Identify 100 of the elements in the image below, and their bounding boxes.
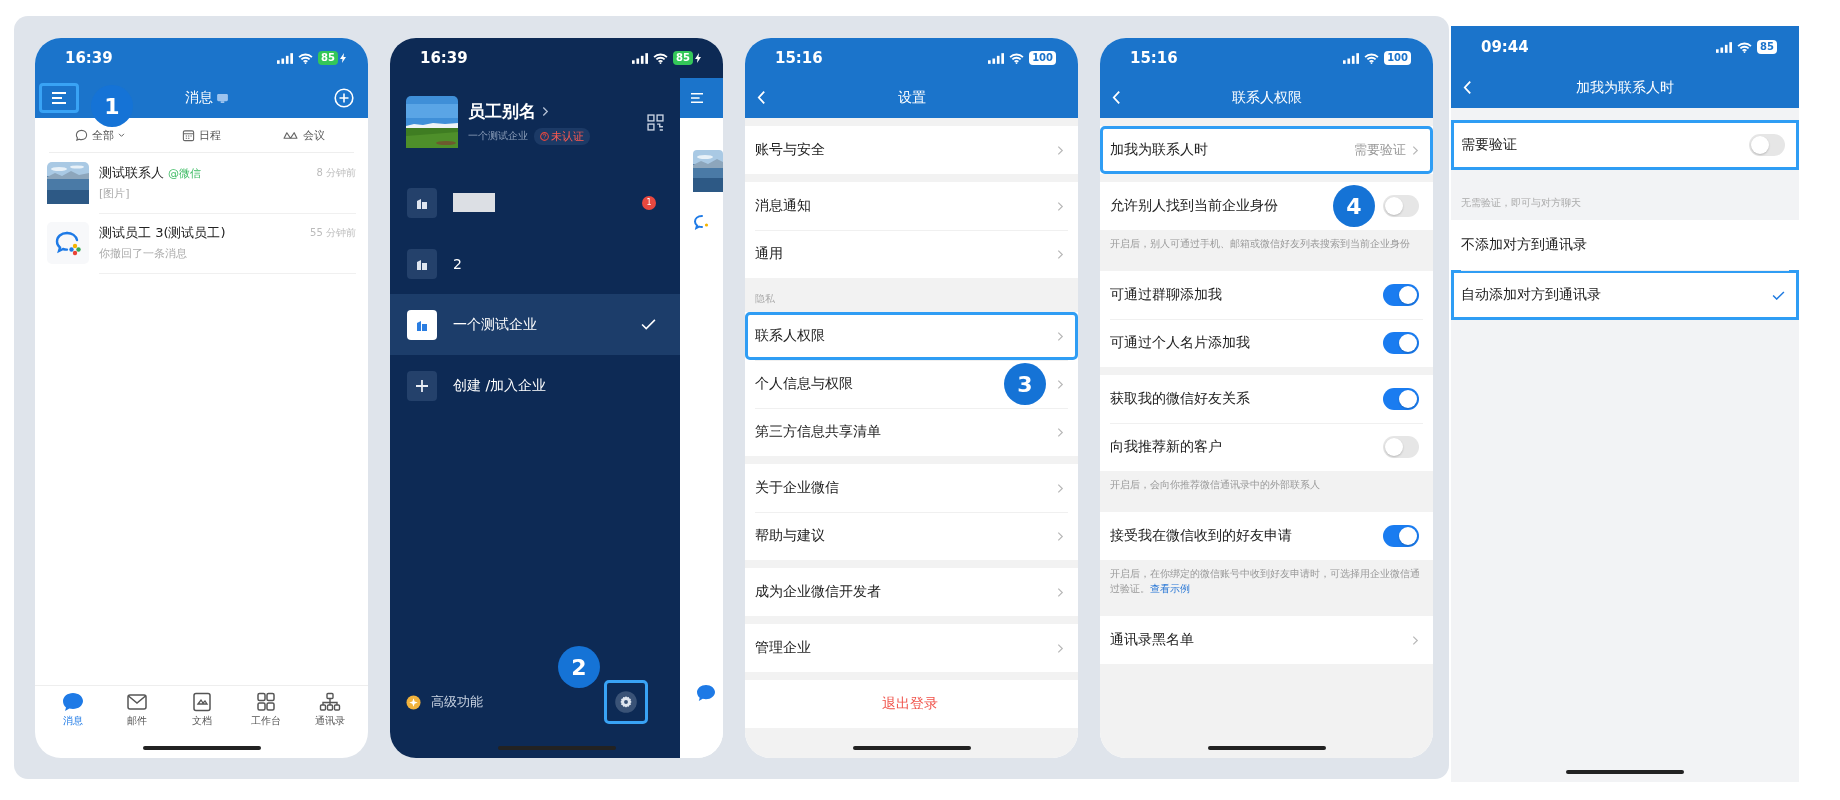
chevron-icon bbox=[1412, 634, 1419, 646]
menu-icon bbox=[690, 92, 704, 104]
back-icon[interactable] bbox=[1463, 80, 1472, 95]
screen-title: 消息 bbox=[185, 89, 213, 107]
add-icon[interactable] bbox=[334, 88, 354, 108]
check-icon bbox=[1772, 290, 1785, 300]
signal-icon bbox=[988, 52, 1005, 64]
building-icon bbox=[407, 187, 437, 218]
chevron-icon bbox=[1412, 144, 1419, 156]
signal-icon bbox=[1343, 52, 1360, 64]
toggle-switch[interactable] bbox=[1383, 388, 1419, 410]
filter-tab[interactable]: 全部 bbox=[49, 127, 151, 143]
screen-title: 联系人权限 bbox=[1231, 89, 1302, 107]
wifi-icon bbox=[298, 52, 314, 64]
wifi-icon bbox=[1009, 52, 1025, 64]
chevron-icon bbox=[1057, 330, 1064, 342]
row-label: 加我为联系人时 bbox=[1110, 141, 1208, 159]
question-icon bbox=[540, 131, 549, 141]
chevron-icon bbox=[1057, 144, 1064, 156]
building-icon bbox=[407, 309, 437, 340]
meeting-icon bbox=[281, 129, 299, 141]
row-label: 第三方信息共享清单 bbox=[755, 423, 881, 441]
toggle-switch[interactable] bbox=[1383, 525, 1419, 547]
toggle-switch[interactable] bbox=[1383, 332, 1419, 354]
battery-indicator: 85 bbox=[673, 51, 693, 65]
sparkle-icon bbox=[406, 694, 421, 710]
company-item[interactable]: 2 bbox=[390, 233, 680, 294]
profile-name[interactable]: 员工别名 bbox=[468, 99, 536, 123]
tab-bar-item[interactable]: 文档 bbox=[169, 692, 234, 728]
chevron-icon bbox=[1057, 642, 1064, 654]
tab-bar-item[interactable]: 消息 bbox=[41, 692, 106, 728]
settings-row[interactable]: 加我为联系人时 需要验证 bbox=[1100, 126, 1433, 174]
status-time: 16:39 bbox=[420, 49, 468, 67]
row-label: 需要验证 bbox=[1461, 136, 1517, 154]
back-icon[interactable] bbox=[1112, 90, 1121, 105]
qr-code-icon[interactable] bbox=[647, 113, 664, 131]
section-header: 无需验证，即可与对方聊天 bbox=[1460, 196, 1582, 210]
filter-tab[interactable]: 会议 bbox=[252, 127, 354, 143]
chat-bubble-icon bbox=[74, 128, 88, 142]
plus-icon bbox=[407, 370, 437, 401]
menu-button[interactable] bbox=[39, 83, 79, 113]
row-label: 关于企业微信 bbox=[755, 479, 839, 497]
building-icon bbox=[407, 248, 437, 279]
company-item[interactable]: 一个测试企业 bbox=[390, 294, 680, 355]
wifi-icon bbox=[653, 52, 669, 64]
menu-icon bbox=[51, 91, 67, 105]
create-label: 创建 /加入企业 bbox=[453, 376, 547, 395]
chevron-icon bbox=[542, 105, 549, 117]
settings-row[interactable]: 联系人权限 bbox=[745, 312, 1078, 360]
battery-indicator: 85 bbox=[1757, 40, 1777, 54]
battery-indicator: 100 bbox=[1384, 51, 1411, 65]
chat-bubble-icon bbox=[62, 692, 85, 712]
tab-bar-item[interactable]: 邮件 bbox=[105, 692, 170, 728]
settings-button[interactable] bbox=[604, 680, 648, 724]
status-time: 09:44 bbox=[1481, 38, 1529, 56]
advanced-features-link[interactable]: 高级功能 bbox=[431, 693, 483, 711]
example-link[interactable]: 查看示例 bbox=[1150, 583, 1190, 594]
row-label: 不添加对方到通讯录 bbox=[1461, 236, 1587, 254]
calendar-icon bbox=[182, 128, 195, 142]
step-marker: 2 bbox=[558, 646, 600, 688]
company-name: 一个测试企业 bbox=[453, 315, 537, 334]
status-time: 15:16 bbox=[775, 49, 823, 67]
company-item[interactable]: 1 bbox=[390, 172, 680, 233]
tab-bar-item[interactable]: 工作台 bbox=[233, 692, 298, 728]
hint-text: 开启后，在你绑定的微信账号中收到好友申请时，可选择用企业微信通过验证。查看示例 bbox=[1109, 567, 1421, 596]
row-label: 个人信息与权限 bbox=[755, 375, 853, 393]
chevron-icon bbox=[1057, 530, 1064, 542]
toggle-switch[interactable] bbox=[1383, 284, 1419, 306]
wifi-icon bbox=[1737, 41, 1753, 53]
row-label: 账号与安全 bbox=[755, 141, 825, 159]
create-company-item[interactable]: 创建 /加入企业 bbox=[390, 355, 680, 416]
wifi-icon bbox=[1364, 52, 1380, 64]
toggle-switch[interactable] bbox=[1383, 195, 1419, 217]
back-icon[interactable] bbox=[757, 90, 766, 105]
unread-badge: 1 bbox=[642, 195, 656, 210]
screen-title: 设置 bbox=[897, 89, 926, 107]
chat-bubble-icon bbox=[696, 684, 716, 702]
chevron-icon bbox=[1057, 200, 1064, 212]
settings-row[interactable]: 自动添加对方到通讯录 bbox=[1451, 270, 1799, 320]
filter-tab[interactable]: 日程 bbox=[150, 127, 253, 143]
charging-icon bbox=[695, 53, 701, 63]
toggle-switch[interactable] bbox=[1749, 134, 1785, 156]
toggle-switch[interactable] bbox=[1383, 436, 1419, 458]
screen-title: 加我为联系人时 bbox=[1576, 79, 1674, 97]
row-label: 允许别人找到当前企业身份 bbox=[1110, 197, 1278, 215]
row-label: 自动添加对方到通讯录 bbox=[1461, 286, 1601, 304]
grid-icon bbox=[254, 692, 277, 712]
row-label: 联系人权限 bbox=[755, 327, 825, 345]
chat-logo-icon bbox=[693, 214, 709, 230]
step-marker: 1 bbox=[91, 85, 133, 127]
row-value: 需要验证 bbox=[1354, 141, 1406, 159]
battery-indicator: 85 bbox=[318, 51, 338, 65]
monitor-icon bbox=[217, 93, 228, 103]
tab-bar-item[interactable]: 通讯录 bbox=[297, 692, 362, 728]
row-label: 接受我在微信收到的好友申请 bbox=[1110, 527, 1292, 545]
chat-logo-icon bbox=[47, 222, 89, 264]
check-icon bbox=[641, 319, 656, 330]
hint-text: 开启后，别人可通过手机、邮箱或微信好友列表搜索到当前企业身份 bbox=[1109, 237, 1411, 251]
badge-label: 未认证 bbox=[551, 128, 584, 144]
section-header: 隐私 bbox=[754, 292, 776, 306]
